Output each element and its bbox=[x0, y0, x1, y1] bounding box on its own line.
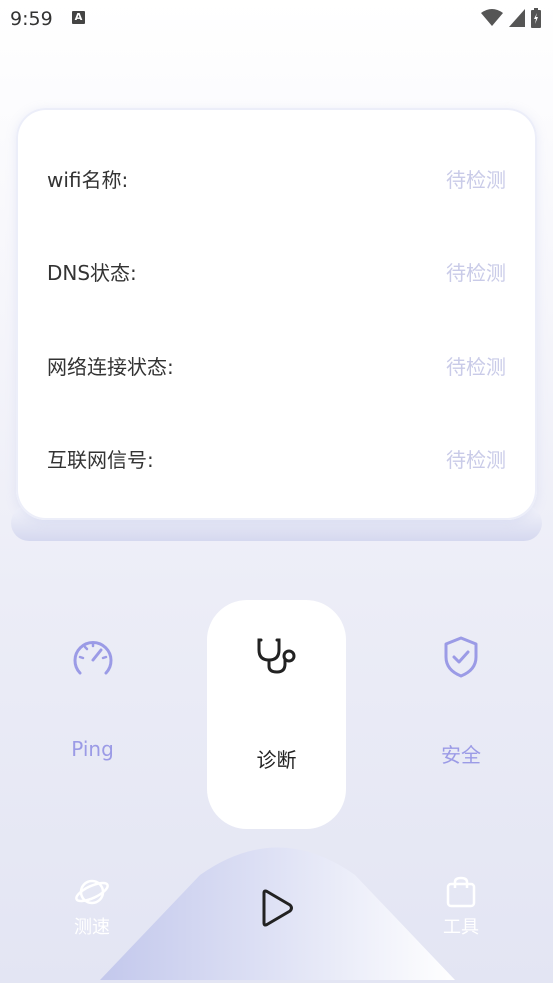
row-connection-status: 网络连接状态: 待检测 bbox=[47, 345, 506, 385]
nav-tools[interactable]: 工具 bbox=[431, 876, 491, 939]
security-feature[interactable]: 安全 bbox=[410, 635, 512, 768]
stethoscope-icon bbox=[257, 638, 296, 674]
nav-speed-test[interactable]: 测速 bbox=[62, 876, 122, 939]
ping-label: Ping bbox=[71, 737, 114, 761]
speed-test-label: 测速 bbox=[74, 917, 110, 938]
connection-status-label: 网络连接状态: bbox=[47, 354, 174, 379]
cell-signal-icon bbox=[509, 9, 525, 27]
status-icons bbox=[481, 8, 541, 28]
row-dns-status: DNS状态: 待检测 bbox=[47, 251, 506, 291]
connection-status-value: 待检测 bbox=[446, 354, 506, 379]
security-label: 安全 bbox=[441, 743, 481, 767]
internet-signal-label: 互联网信号: bbox=[47, 447, 154, 472]
status-time: 9:59 bbox=[10, 8, 53, 30]
dns-status-label: DNS状态: bbox=[47, 260, 137, 285]
wifi-icon bbox=[481, 9, 503, 26]
row-internet-signal: 互联网信号: 待检测 bbox=[47, 438, 506, 478]
speedometer-icon bbox=[73, 641, 112, 675]
wifi-name-value: 待检测 bbox=[446, 167, 506, 192]
battery-icon bbox=[531, 8, 541, 28]
ping-feature[interactable]: Ping bbox=[40, 635, 145, 761]
shield-check-icon bbox=[444, 636, 478, 678]
network-info-card: wifi名称: 待检测 DNS状态: 待检测 网络连接状态: 待检测 互联网信号… bbox=[16, 108, 537, 520]
diagnose-feature[interactable]: 诊断 bbox=[207, 600, 346, 829]
wifi-name-label: wifi名称: bbox=[47, 167, 129, 192]
planet-icon bbox=[75, 879, 109, 905]
internet-signal-value: 待检测 bbox=[446, 447, 506, 472]
diagnose-label: 诊断 bbox=[256, 748, 297, 772]
row-wifi-name: wifi名称: 待检测 bbox=[47, 158, 506, 198]
shopping-bag-icon bbox=[446, 876, 476, 908]
tools-label: 工具 bbox=[443, 917, 479, 938]
dns-status-value: 待检测 bbox=[446, 260, 506, 285]
status-bar: 9:59 A bbox=[0, 0, 553, 40]
play-button[interactable] bbox=[258, 888, 296, 928]
notification-a-icon: A bbox=[72, 11, 85, 24]
